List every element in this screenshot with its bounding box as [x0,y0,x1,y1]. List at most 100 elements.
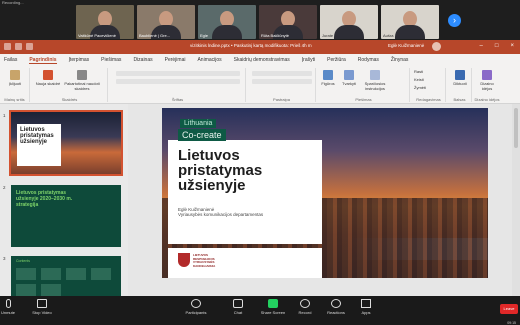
user-name: Eglė Kuižmanienė [388,43,425,48]
group-slides: Nauja skaidrė Pakartotinai naudoti skaid… [32,68,108,102]
minimize-icon[interactable]: – [480,43,483,49]
government-office-logo-text: LIETUVOS RESPUBLIKOS VYRIAUSYBĖS KANCELI… [193,253,216,268]
design-ideas-button[interactable]: Dizaino idėjos [475,70,499,91]
participant-tile[interactable]: Egle [198,5,256,39]
participant-tile[interactable]: Vaitkūnė Pacevičienė [76,5,134,39]
tab-help[interactable]: Žinynas [391,57,409,63]
slide-thumbnail-2[interactable]: Lietuvos pristatymas užsienyje 2020–2030… [11,185,121,247]
stop-video-button[interactable]: Stop Video [22,299,62,315]
title-bar: vizitkinis lndine.pptx • Paskutinį kartą… [0,40,520,54]
tab-transitions[interactable]: Perėjimai [165,57,186,63]
group-drawing: Figūros Tvarkyti Sparčiosios instrukcijo… [318,68,410,102]
participant-name: Vaitkūnė Pacevičienė [78,33,116,38]
thumbnail-number: 2 [3,185,6,190]
group-font: Šriftas [110,68,246,102]
chat-icon [233,299,243,308]
dictate-button[interactable]: Diktuoti [449,70,471,86]
document-title[interactable]: vizitkinis lndine.pptx • Paskutinį kartą… [190,43,312,48]
select-button[interactable]: Žymėti [414,85,444,90]
group-label: Šriftas [171,97,184,102]
tab-home[interactable]: Pagrindinis [29,57,57,64]
scrollbar-thumb[interactable] [514,108,518,148]
tab-design[interactable]: Dizainas [133,57,152,63]
participants-button[interactable]: Participants [176,299,216,315]
participant-tile[interactable]: Jurate [320,5,378,39]
paste-button[interactable]: Įklijuoti [3,70,27,86]
microphone-icon [455,70,465,80]
thumbnail-image [66,268,86,280]
quick-styles-button[interactable]: Sparčiosios instrukcijos [360,70,390,91]
list-buttons[interactable] [252,71,312,76]
save-icon[interactable] [4,43,11,50]
apps-icon [361,299,371,308]
microphone-icon [5,299,11,308]
group-label: Pastraipa [273,97,290,102]
find-button[interactable]: Rasti [414,69,444,74]
font-controls[interactable] [116,71,240,84]
arrange-icon [344,70,354,80]
slide-title-line: Lietuvos [178,147,240,164]
participant-tile[interactable]: Rūta Balčiūnytė [259,5,317,39]
apps-button[interactable]: Apps [346,299,386,315]
align-buttons[interactable] [252,79,312,84]
slide-title-line: pristatymas [178,162,263,179]
new-slide-button[interactable]: Nauja skaidrė [34,70,62,86]
record-icon [300,299,310,308]
participant-body [212,25,242,39]
shapes-button[interactable]: Figūros [318,70,338,86]
participant-name: Aušra [383,33,394,38]
group-voice: Diktuoti Balsas [448,68,472,102]
reuse-slides-icon [77,70,87,80]
maximize-icon[interactable]: □ [495,43,499,49]
vertical-scrollbar[interactable] [512,104,520,296]
tab-draw[interactable]: Piešimas [101,57,121,63]
leave-button[interactable]: Leave [500,304,518,314]
slide-tag-lithuania: Lithuania [180,119,217,128]
slide-title[interactable]: Lietuvos pristatymas užsienyje [178,148,262,193]
editor-content: 1 Lietuvos pristatymas užsienyje 2 Lietu… [0,104,520,318]
arrange-button[interactable]: Tvarkyti [339,70,359,86]
thumbnail-image [41,284,61,296]
participant-tile[interactable]: Baublienė | Gre... [137,5,195,39]
thumbnail-title: Lietuvos pristatymas užsienyje 2020–2030… [16,190,73,208]
redo-icon[interactable] [26,43,33,50]
share-screen-icon [268,299,278,308]
current-slide[interactable]: Lithuania Co-create Lietuvos pristatymas… [162,108,488,278]
tab-animations[interactable]: Animacijos [197,57,221,63]
undo-icon[interactable] [15,43,22,50]
thumbnail-number: 3 [3,256,6,261]
slide-thumbnail-1[interactable]: Lietuvos pristatymas užsienyje [9,110,123,176]
paragraph-controls[interactable] [252,71,312,84]
tab-file[interactable]: Failas [4,57,17,63]
participant-body [395,25,425,39]
participant-tile[interactable]: Aušra [381,5,439,39]
group-label: Dizaino idėjos [474,97,500,102]
tab-record[interactable]: Įrašyti [302,57,315,63]
people-icon [191,299,201,308]
tab-view[interactable]: Rodymas [358,57,379,63]
logo-text-line: KANCELIARIJA [193,263,216,268]
avatar[interactable] [432,42,441,51]
thumbnail-image [16,284,36,296]
font-format-buttons[interactable] [116,79,240,84]
group-label: Piešimas [355,97,372,102]
chat-button[interactable]: Chat [218,299,258,315]
slide-tag-cocreate: Co-create [178,129,226,141]
close-icon[interactable]: × [510,43,514,49]
slide-thumbnails-pane: 1 Lietuvos pristatymas užsienyje 2 Lietu… [0,104,128,318]
thumbnail-image [16,268,36,280]
zoom-video-strip: Recording... Vaitkūnė Pacevičienė Baubli… [0,0,520,40]
font-name-select[interactable] [116,71,240,76]
tab-slideshow[interactable]: Skaidrių demonstravimas [234,57,290,63]
quick-styles-icon [370,70,380,80]
chevron-right-icon[interactable]: › [448,14,461,27]
replace-button[interactable]: Keisti [414,77,444,82]
tab-insert[interactable]: Įterpimas [69,57,90,63]
group-editing: Rasti Keisti Žymėti Redagavimas [412,68,446,102]
slide-logo-card [168,248,322,278]
group-label: Redagavimas [416,97,441,102]
quick-access-toolbar [4,43,33,50]
ribbon-tabs: Failas Pagrindinis Įterpimas Piešimas Di… [0,54,520,66]
tab-review[interactable]: Peržiūra [327,57,346,63]
reuse-slides-button[interactable]: Pakartotinai naudoti skaidres [64,70,100,91]
